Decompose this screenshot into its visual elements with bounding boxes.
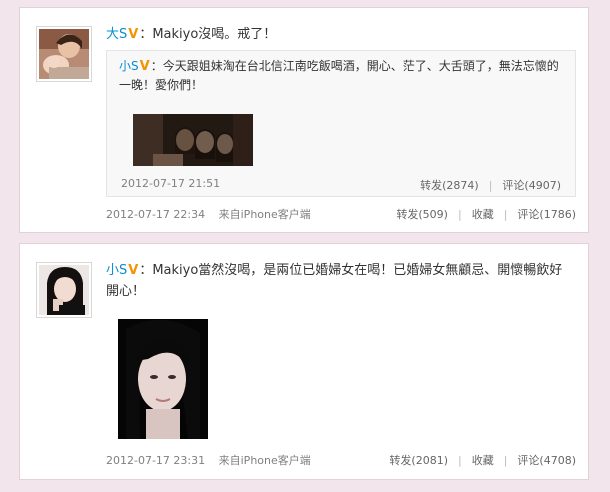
post-card: 小SV：Makiyo當然沒喝，是兩位已婚婦女在喝！已婚婦女無顧忌、開懷暢飲好開心… [19, 243, 589, 480]
post-text: ：Makiyo沒喝。戒了！ [139, 27, 277, 42]
post-timestamp[interactable]: 2012-07-17 23:31 [106, 454, 205, 467]
divider: | [488, 179, 493, 192]
repost-text: ：今天跟姐妹淘在台北信江南吃飯喝酒，開心、茫了、大舌頭了，無法忘懷的一晚！愛你們… [119, 59, 559, 92]
forward-button[interactable]: 转发(2081) [389, 452, 448, 468]
post-source[interactable]: 来自iPhone客户端 [219, 208, 311, 221]
divider: | [457, 208, 462, 221]
divider: | [503, 208, 508, 221]
author-name[interactable]: 大S [106, 27, 127, 42]
post-text: ：Makiyo當然沒喝，是兩位已婚婦女在喝！已婚婦女無顧忌、開懷暢飲好開心！ [106, 263, 563, 299]
repost-author-name[interactable]: 小S [119, 59, 139, 73]
post-source[interactable]: 来自iPhone客户端 [219, 454, 311, 467]
favorite-button[interactable]: 收藏 [472, 452, 494, 468]
forward-button[interactable]: 转发(509) [396, 206, 448, 222]
comment-button[interactable]: 评论(1786) [517, 206, 576, 222]
verified-icon: V [139, 59, 150, 74]
repost-timestamp[interactable]: 2012-07-17 21:51 [121, 177, 220, 190]
post-photo[interactable] [118, 319, 208, 439]
favorite-button[interactable]: 收藏 [472, 206, 494, 222]
repost-comment-button[interactable]: 评论(4907) [502, 177, 561, 193]
comment-button[interactable]: 评论(4708) [517, 452, 576, 468]
author-name[interactable]: 小S [106, 263, 127, 278]
verified-icon: V [128, 263, 139, 278]
repost-photo[interactable] [133, 114, 253, 166]
post-timestamp[interactable]: 2012-07-17 22:34 [106, 208, 205, 221]
repost-forward-button[interactable]: 转发(2874) [420, 177, 479, 193]
verified-icon: V [128, 27, 139, 42]
divider: | [457, 454, 462, 467]
avatar[interactable] [36, 262, 92, 318]
avatar[interactable] [36, 26, 92, 82]
divider: | [503, 454, 508, 467]
repost-box: 小SV：今天跟姐妹淘在台北信江南吃飯喝酒，開心、茫了、大舌頭了，無法忘懷的一晚！… [106, 50, 576, 197]
post-card: 大SV：Makiyo沒喝。戒了！ 小SV：今天跟姐妹淘在台北信江南吃飯喝酒，開心… [19, 7, 589, 233]
